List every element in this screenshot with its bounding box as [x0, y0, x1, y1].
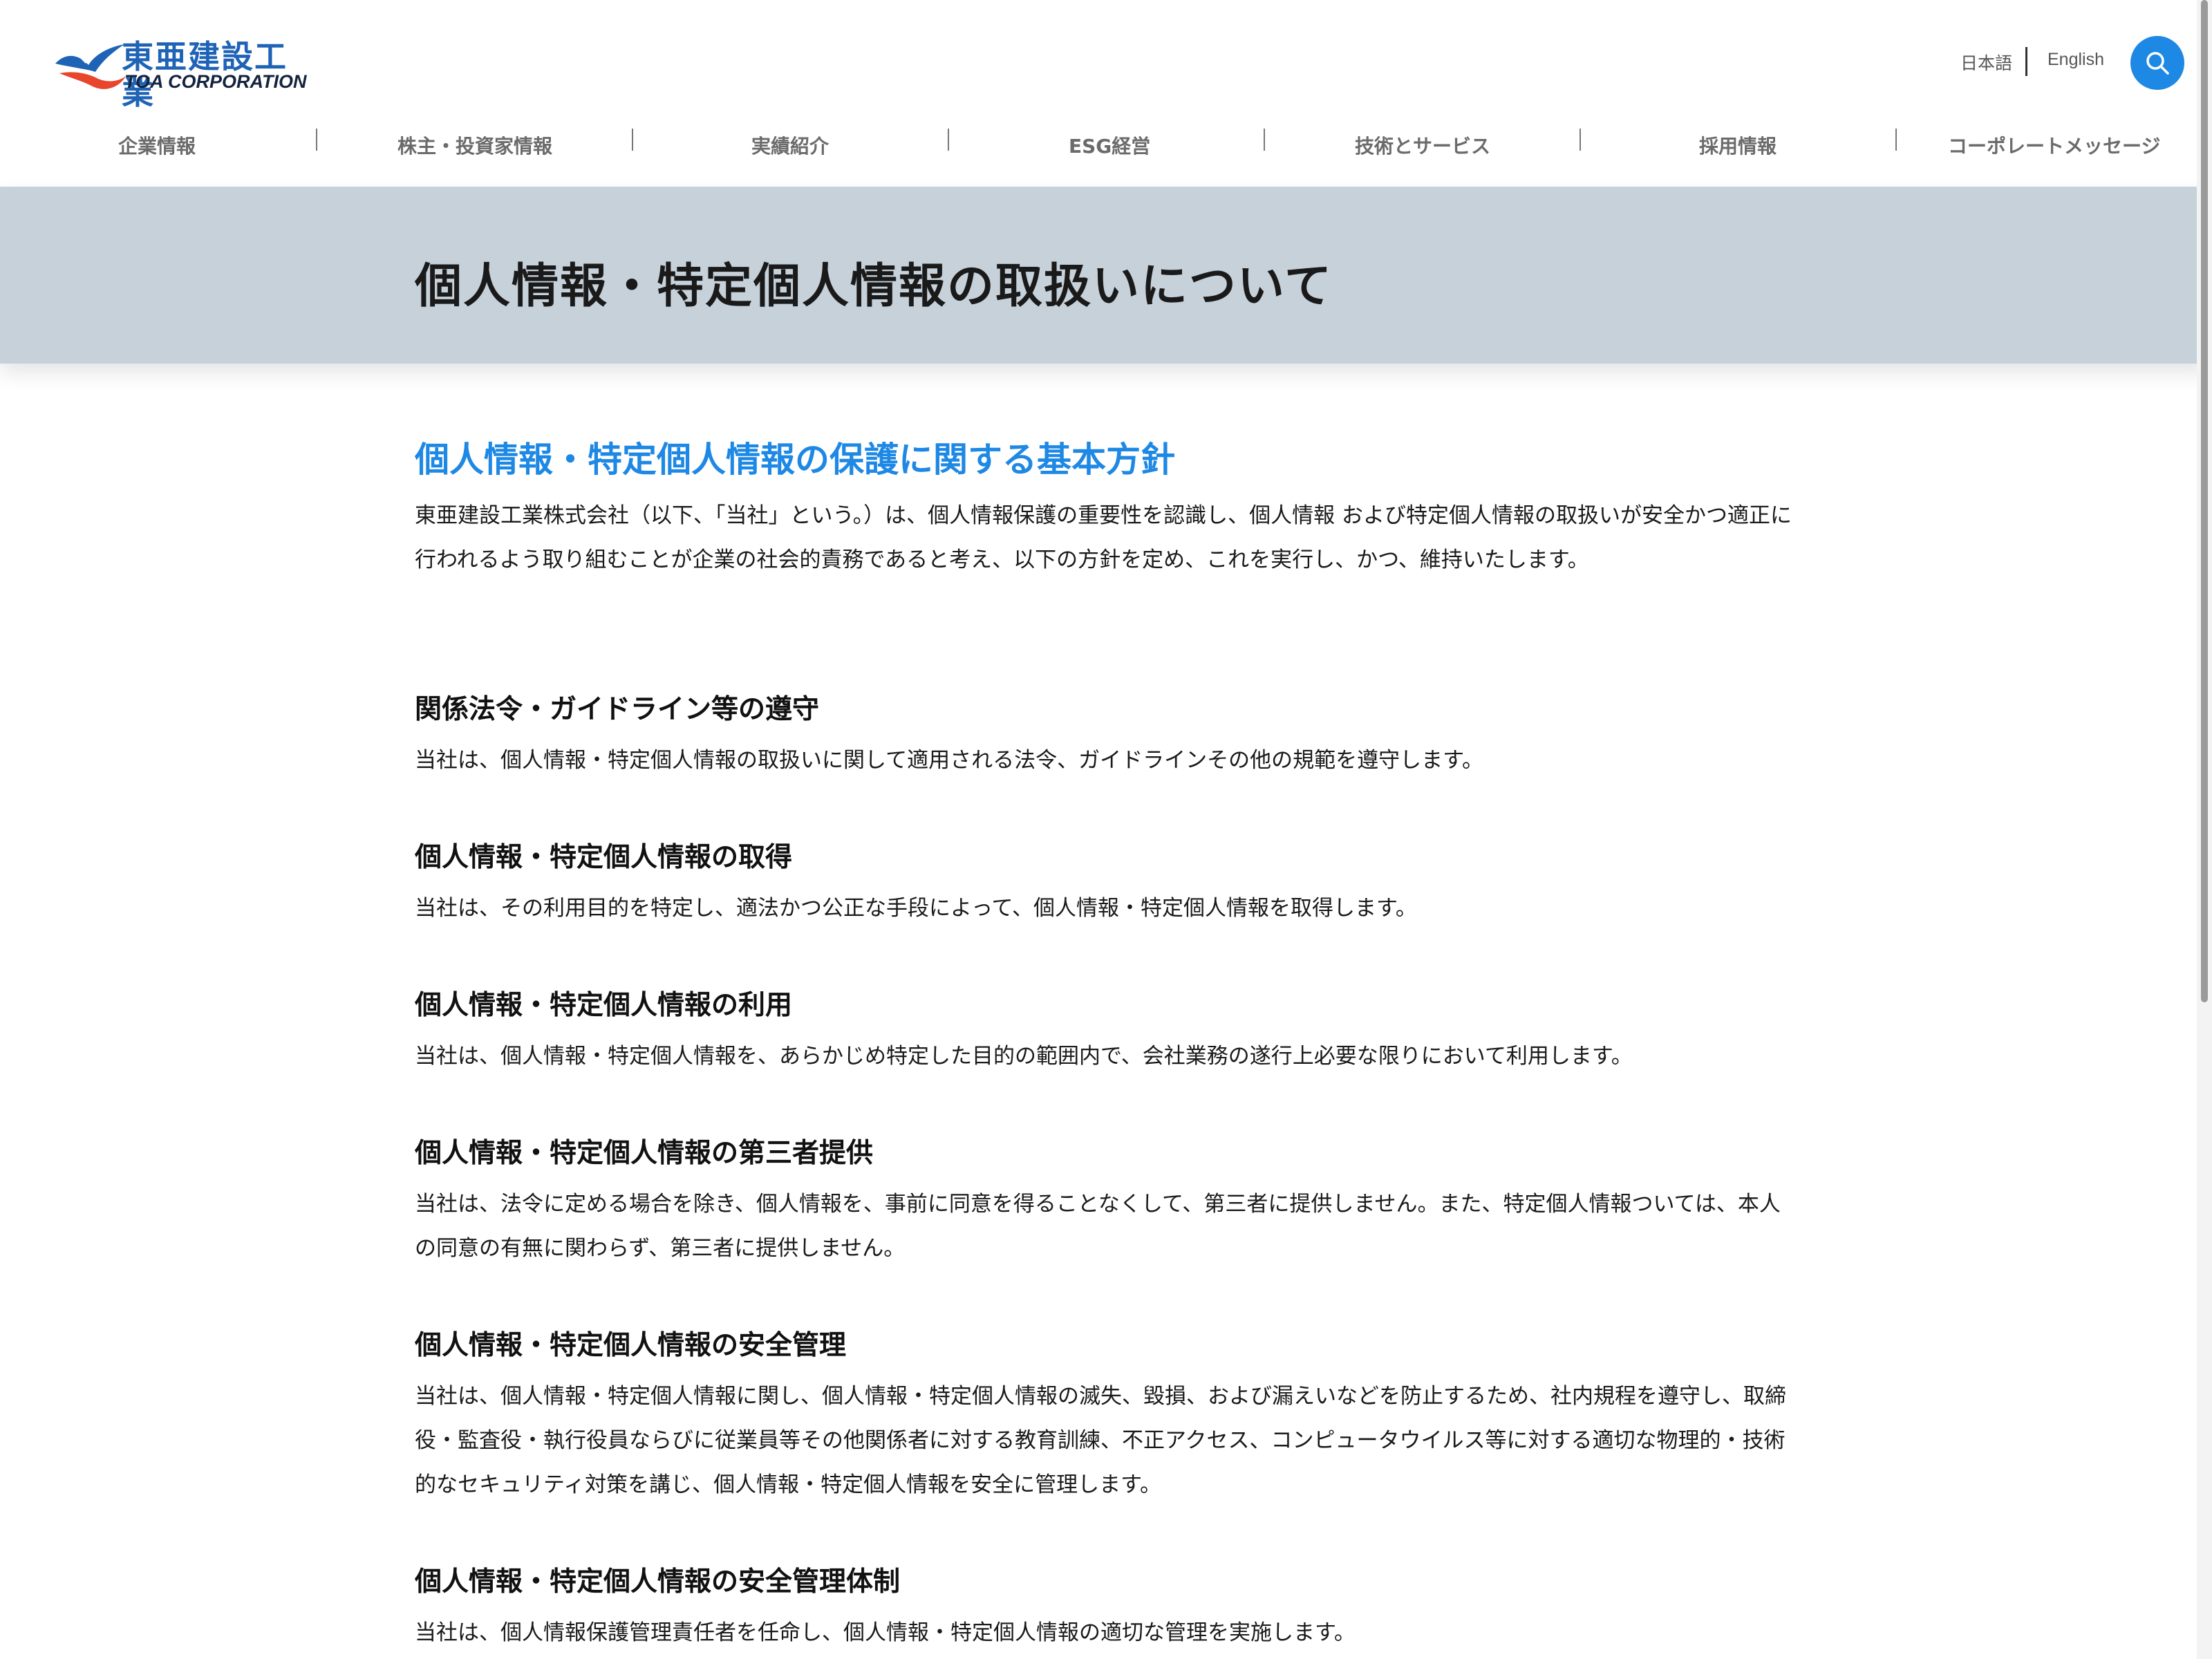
section-body: 当社は、個人情報・特定個人情報の取扱いに関して適用される法令、ガイドラインその他…: [415, 748, 1483, 773]
section-body: 当社は、個人情報・特定個人情報を、あらかじめ特定した目的の範囲内で、会社業務の遂…: [415, 1044, 1633, 1069]
page-title: 個人情報・特定個人情報の取扱いについて: [415, 259, 1333, 314]
company-logo[interactable]: 東亜建設工業 TOA CORPORATION: [53, 37, 308, 111]
nav-item-corporate-message[interactable]: コーポレートメッセージ: [1948, 131, 2160, 159]
nav-divider: [632, 129, 633, 151]
policy-intro: 東亜建設工業株式会社（以下、「当社」という。）は、個人情報保護の重要性を認識し、…: [415, 503, 1792, 572]
section-heading: 個人情報・特定個人情報の利用: [415, 990, 793, 1021]
nav-divider: [316, 129, 317, 151]
policy-heading: 個人情報・特定個人情報の保護に関する基本方針: [415, 440, 1175, 480]
logo-english-text: TOA CORPORATION: [124, 71, 307, 92]
policy-section: 個人情報・特定個人情報の取得 当社は、その利用目的を特定し、適法かつ公正な手段に…: [415, 835, 1797, 930]
global-nav: 企業情報 株主・投資家情報 実績紹介 ESG経営 技術とサービス 採用情報 コー…: [0, 124, 2212, 166]
policy-section: 個人情報・特定個人情報の利用 当社は、個人情報・特定個人情報を、あらかじめ特定し…: [415, 983, 1797, 1078]
nav-item-investors[interactable]: 株主・投資家情報: [397, 131, 552, 159]
policy-section: 個人情報・特定個人情報の安全管理 当社は、個人情報・特定個人情報に関し、個人情報…: [415, 1323, 1797, 1507]
language-english-link[interactable]: English: [2047, 50, 2104, 70]
section-body: 当社は、個人情報・特定個人情報に関し、個人情報・特定個人情報の滅失、毀損、および…: [415, 1384, 1786, 1497]
nav-item-recruit[interactable]: 採用情報: [1699, 131, 1777, 159]
nav-item-projects[interactable]: 実績紹介: [751, 131, 829, 159]
section-heading: 個人情報・特定個人情報の安全管理: [415, 1330, 847, 1361]
section-heading: 個人情報・特定個人情報の安全管理体制: [415, 1566, 901, 1597]
nav-divider: [1895, 129, 1897, 151]
scrollbar-thumb[interactable]: [2201, 0, 2208, 1002]
section-heading: 個人情報・特定個人情報の取得: [415, 842, 793, 873]
nav-divider: [948, 129, 949, 151]
section-body: 当社は、個人情報保護管理責任者を任命し、個人情報・特定個人情報の適切な管理を実施…: [415, 1620, 1356, 1645]
policy-section: 個人情報・特定個人情報の第三者提供 当社は、法令に定める場合を除き、個人情報を、…: [415, 1131, 1797, 1271]
search-button[interactable]: [2130, 36, 2184, 90]
nav-item-company[interactable]: 企業情報: [118, 131, 196, 159]
nav-divider: [1264, 129, 1265, 151]
site-header: 東亜建設工業 TOA CORPORATION 日本語 English 企業情報 …: [0, 0, 2212, 187]
page-title-band: 個人情報・特定個人情報の取扱いについて: [0, 187, 2212, 364]
section-heading: 個人情報・特定個人情報の第三者提供: [415, 1138, 874, 1169]
swallow-logo-icon: [55, 44, 126, 89]
nav-divider: [1580, 129, 1581, 151]
section-body: 当社は、その利用目的を特定し、適法かつ公正な手段によって、個人情報・特定個人情報…: [415, 896, 1417, 921]
nav-item-esg[interactable]: ESG経営: [1069, 131, 1150, 159]
policy-section: 関係法令・ガイドライン等の遵守 当社は、個人情報・特定個人情報の取扱いに関して適…: [415, 687, 1797, 782]
section-heading: 関係法令・ガイドライン等の遵守: [415, 694, 820, 725]
language-divider: [2025, 47, 2027, 76]
search-icon: [2146, 52, 2169, 75]
section-body: 当社は、法令に定める場合を除き、個人情報を、事前に同意を得ることなくして、第三者…: [415, 1192, 1781, 1261]
main-content: 個人情報・特定個人情報の保護に関する基本方針 東亜建設工業株式会社（以下、「当社…: [415, 429, 1797, 1655]
policy-section: 個人情報・特定個人情報の安全管理体制 当社は、個人情報保護管理責任者を任命し、個…: [415, 1559, 1797, 1655]
language-japanese-link[interactable]: 日本語: [1960, 50, 2012, 75]
nav-item-technology[interactable]: 技術とサービス: [1355, 131, 1490, 159]
